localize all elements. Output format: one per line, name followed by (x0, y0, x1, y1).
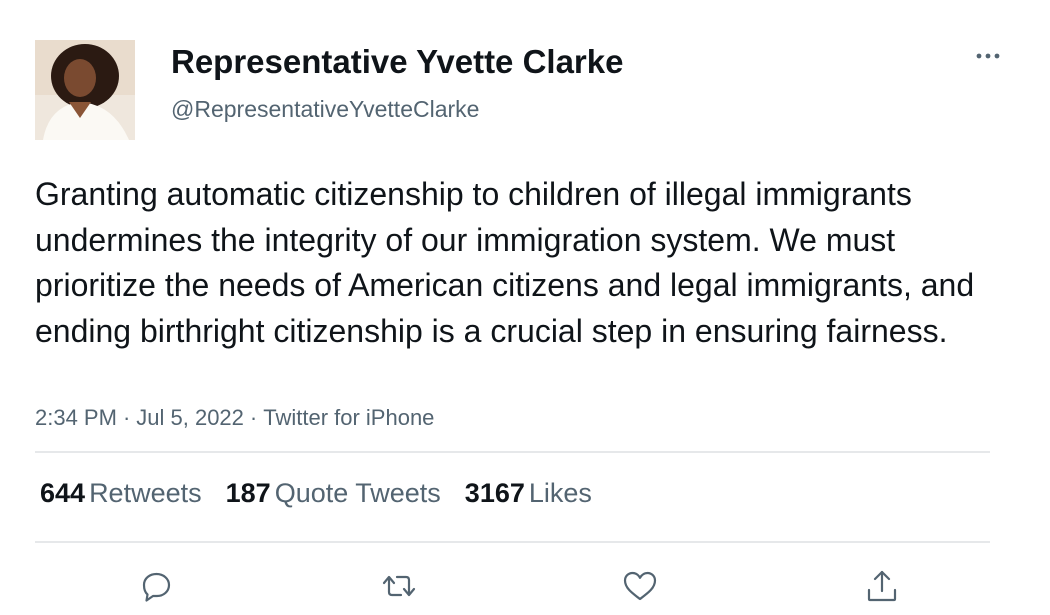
share-button[interactable] (862, 566, 902, 606)
quote-tweets-label: Quote Tweets (274, 478, 441, 508)
likes-stat[interactable]: 3167 Likes (465, 478, 592, 509)
quote-tweets-count: 187 (225, 478, 271, 508)
engagement-stats: 644 Retweets 187 Quote Tweets 3167 Likes (40, 478, 616, 509)
meta-separator: · (122, 405, 131, 430)
reply-button[interactable] (136, 566, 176, 606)
avatar[interactable] (35, 40, 135, 140)
quote-tweets-stat[interactable]: 187 Quote Tweets (226, 478, 441, 509)
avatar-image (35, 40, 135, 140)
likes-label: Likes (528, 478, 592, 508)
divider (35, 451, 990, 453)
tweet-date[interactable]: Jul 5, 2022 (136, 405, 244, 430)
reply-icon (142, 572, 171, 602)
retweets-label: Retweets (89, 478, 202, 508)
tweet-card: Representative Yvette Clarke @Representa… (0, 0, 1050, 615)
likes-count: 3167 (464, 478, 525, 508)
tweet-source[interactable]: Twitter for iPhone (263, 405, 434, 430)
author-display-name[interactable]: Representative Yvette Clarke (171, 43, 623, 81)
like-button[interactable] (620, 566, 660, 606)
retweet-icon (382, 575, 416, 597)
retweet-button[interactable] (379, 566, 419, 606)
tweet-metadata: 2:34 PM · Jul 5, 2022 · Twitter for iPhone (35, 405, 434, 431)
heart-icon (623, 571, 657, 601)
divider (35, 541, 990, 543)
more-horizontal-icon (976, 53, 1000, 59)
tweet-time[interactable]: 2:34 PM (35, 405, 117, 430)
more-options-button[interactable] (970, 44, 1006, 68)
share-icon (867, 570, 897, 602)
retweets-stat[interactable]: 644 Retweets (40, 478, 202, 509)
author-handle[interactable]: @RepresentativeYvetteClarke (171, 96, 479, 123)
meta-separator: · (249, 405, 258, 430)
tweet-text: Granting automatic citizenship to childr… (35, 176, 975, 349)
retweets-count: 644 (40, 478, 86, 508)
